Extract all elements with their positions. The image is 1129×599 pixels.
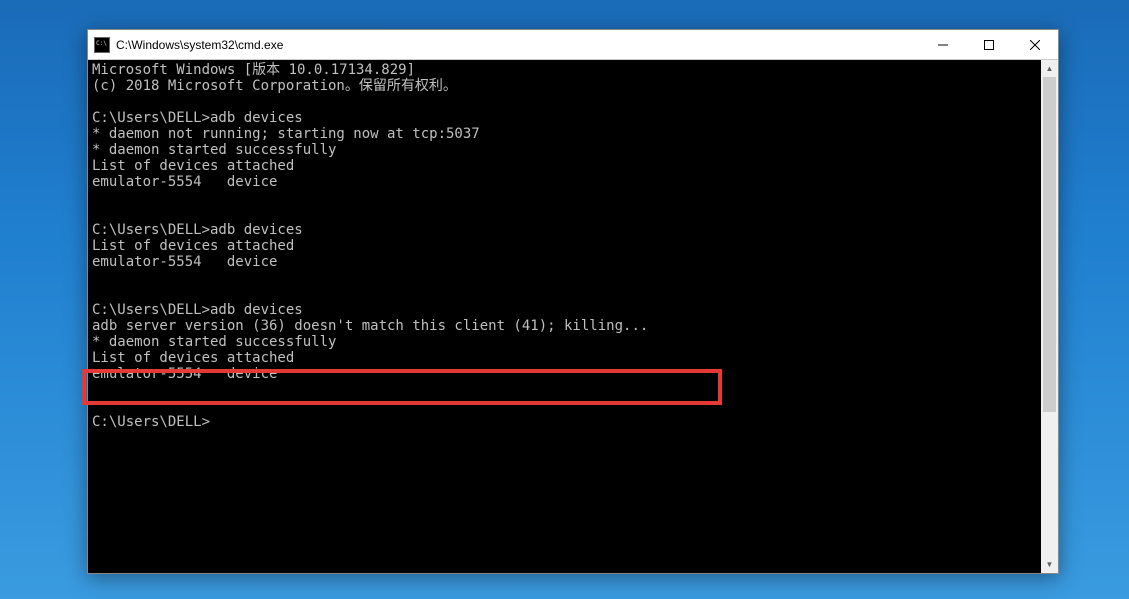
minimize-button[interactable] — [920, 30, 966, 59]
scroll-up-arrow[interactable]: ▲ — [1041, 60, 1058, 77]
scroll-thumb[interactable] — [1043, 77, 1056, 412]
scroll-down-arrow[interactable]: ▼ — [1041, 556, 1058, 573]
window-title: C:\Windows\system32\cmd.exe — [116, 38, 920, 52]
cmd-window: C:\Windows\system32\cmd.exe Microsoft Wi… — [87, 29, 1059, 574]
close-button[interactable] — [1012, 30, 1058, 59]
maximize-button[interactable] — [966, 30, 1012, 59]
scroll-track[interactable] — [1041, 77, 1058, 556]
terminal-output[interactable]: Microsoft Windows [版本 10.0.17134.829] (c… — [88, 60, 1041, 573]
window-controls — [920, 30, 1058, 59]
scrollbar[interactable]: ▲ ▼ — [1041, 60, 1058, 573]
cmd-icon — [94, 37, 110, 53]
terminal-area: Microsoft Windows [版本 10.0.17134.829] (c… — [88, 60, 1058, 573]
titlebar[interactable]: C:\Windows\system32\cmd.exe — [88, 30, 1058, 60]
